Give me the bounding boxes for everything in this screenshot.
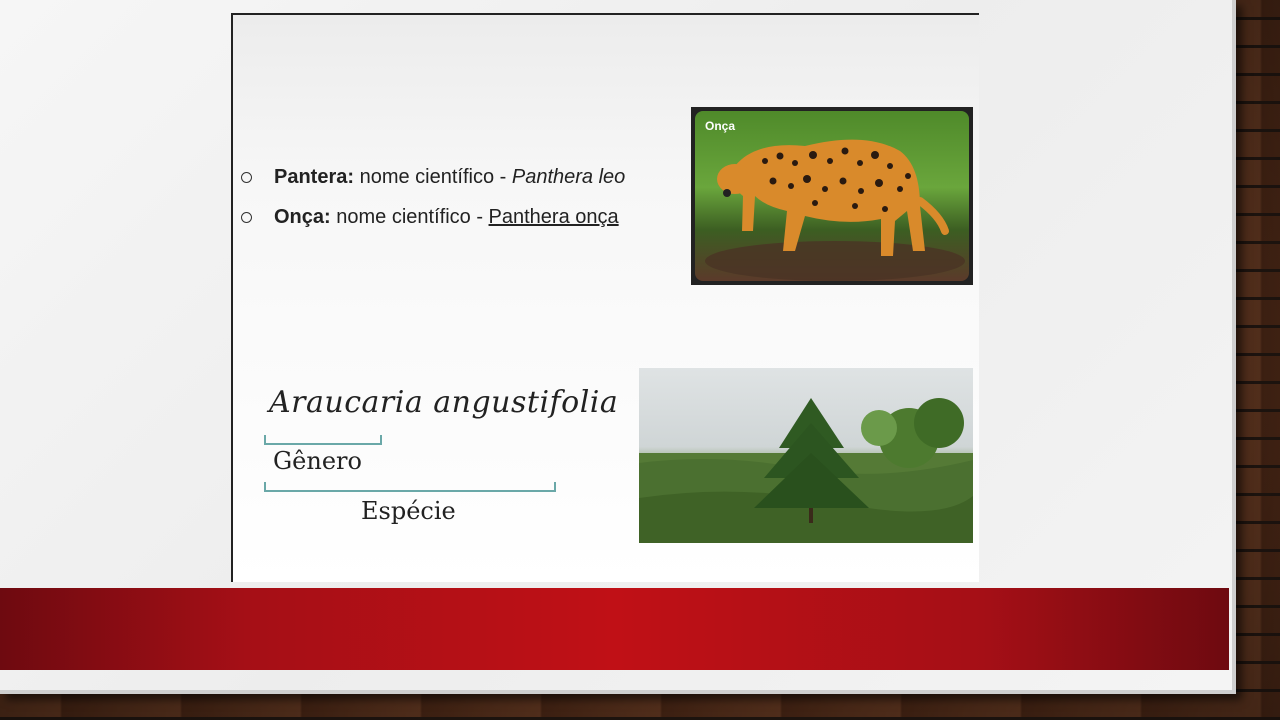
bullet-circle-icon bbox=[241, 171, 252, 183]
species-binomial: Araucaria angustifolia bbox=[269, 385, 619, 420]
araucaria-illustration bbox=[639, 398, 973, 543]
bullet-item-onca: Onça: nome científico - Panthera onça bbox=[241, 197, 625, 237]
jaguar-photo-label: Onça bbox=[705, 119, 736, 133]
bullet-list: Pantera: nome científico - Panthera leo … bbox=[241, 157, 625, 237]
scientific-name: Panthera onça bbox=[488, 205, 619, 228]
araucaria-photo bbox=[639, 368, 973, 543]
scientific-name: Panthera leo bbox=[511, 165, 626, 188]
bullet-term: Onça: bbox=[274, 205, 331, 228]
jaguar-photo: Onça bbox=[691, 107, 973, 285]
slide-content: Pantera: nome científico - Panthera leo … bbox=[231, 13, 979, 582]
genus-label: Gênero bbox=[273, 447, 362, 475]
jaguar-image: Onça bbox=[695, 111, 969, 281]
species-bracket bbox=[264, 482, 556, 492]
species-label: Espécie bbox=[361, 497, 456, 525]
bullet-term: Pantera: bbox=[274, 165, 355, 188]
slide-frame: Pantera: nome científico - Panthera leo … bbox=[0, 0, 1236, 694]
red-footer-band bbox=[0, 588, 1229, 670]
bullet-text: nome científico - bbox=[330, 205, 489, 228]
jaguar-illustration bbox=[705, 139, 965, 281]
bullet-text: nome científico - bbox=[354, 165, 512, 188]
bullet-item-pantera: Pantera: nome científico - Panthera leo bbox=[241, 157, 625, 197]
genus-bracket bbox=[264, 435, 382, 445]
bullet-circle-icon bbox=[241, 211, 252, 223]
